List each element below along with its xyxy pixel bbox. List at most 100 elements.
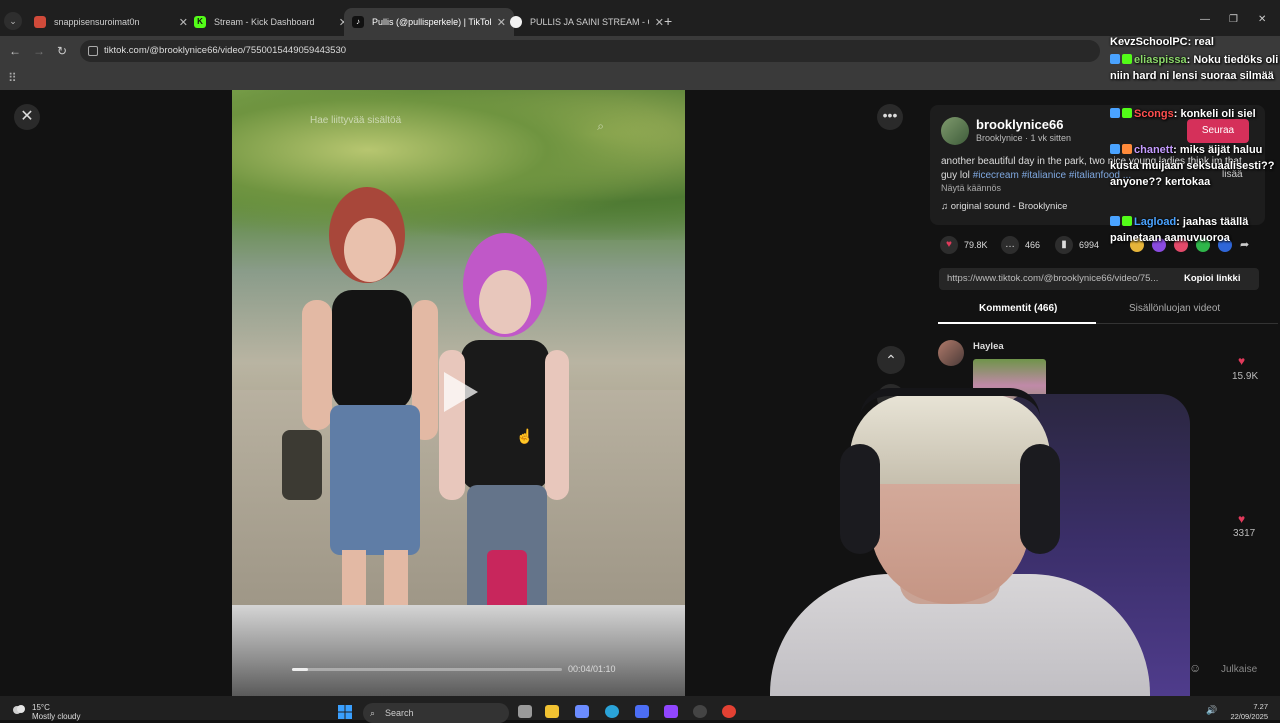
comment-author[interactable]: Haylea <box>973 341 1004 352</box>
chat-username: KevzSchoolPC <box>1110 36 1188 48</box>
tab-title: snappisensuroimat0n <box>54 17 140 27</box>
obs-icon[interactable] <box>693 705 707 718</box>
video-progress-fill <box>292 668 309 671</box>
copy-link-button[interactable]: Kopioi linkki <box>1184 268 1240 290</box>
active-tab-indicator <box>938 322 1096 324</box>
chat-username: chanett <box>1134 144 1174 156</box>
minimize-icon[interactable]: — <box>1200 14 1210 25</box>
task-view-icon[interactable] <box>518 705 532 718</box>
webcam-overlay <box>750 384 1190 696</box>
url-text: tiktok.com/@brooklynice66/video/75500154… <box>104 45 347 56</box>
save-count: 6994 <box>1079 240 1100 250</box>
bookmarks-bar <box>0 66 1280 90</box>
edge-icon[interactable] <box>605 705 619 718</box>
comment-heart-icon[interactable]: ♥ <box>1238 354 1245 368</box>
comment-heart-icon[interactable]: ♥ <box>1238 512 1245 526</box>
like-count: 79.8K <box>964 240 988 250</box>
author-subtitle: Brooklynice · 1 vk sitten <box>976 133 1072 143</box>
windows-start-icon[interactable] <box>338 705 352 719</box>
apps-grid-icon[interactable]: ⠿ <box>8 71 17 85</box>
video-search-overlay[interactable]: Hae liittyvää sisältöä ⌕ <box>302 108 612 134</box>
video-frame-cart <box>232 605 685 696</box>
stream-chat-overlay: KevzSchoolPC: real eliaspissa: Noku tied… <box>1104 34 1280 266</box>
bookmark-icon: ▮ <box>1055 236 1073 254</box>
video-search-placeholder: Hae liittyvää sisältöä <box>310 115 402 126</box>
reload-icon[interactable]: ↻ <box>57 44 67 58</box>
kick-icon: K <box>194 16 206 28</box>
site-info-icon[interactable] <box>88 46 98 56</box>
comment-bubble-icon: … <box>1001 236 1019 254</box>
tab-search-chevron-icon[interactable]: ⌄ <box>4 12 22 30</box>
more-options-button[interactable]: ••• <box>877 104 903 130</box>
comment-count: 466 <box>1025 240 1041 250</box>
author-username[interactable]: brooklynice66 <box>976 117 1063 132</box>
file-explorer-icon[interactable] <box>545 705 559 718</box>
heart-icon: ♥ <box>940 236 958 254</box>
close-tab-icon[interactable]: ✕ <box>655 16 664 29</box>
tab-comments[interactable]: Kommentit (466) <box>979 303 1057 314</box>
chat-text: real <box>1191 36 1214 48</box>
search-icon: ⌕ <box>597 119 604 133</box>
headphone-band <box>860 388 1040 418</box>
address-bar[interactable]: tiktok.com/@brooklynice66/video/75500154… <box>80 40 1100 62</box>
publish-comment-button[interactable]: Julkaise <box>1221 664 1257 675</box>
tab-creator-videos[interactable]: Sisällönluojan videot <box>1129 303 1220 314</box>
sub-badge-icon <box>1110 108 1120 118</box>
clock-date: 22/09/2025 <box>1230 712 1268 721</box>
search-icon: ⌕ <box>370 708 376 718</box>
gift-badge-icon <box>1122 108 1132 118</box>
close-video-button[interactable]: ✕ <box>14 104 40 130</box>
chat-username: Lagload <box>1134 216 1177 228</box>
video-player[interactable]: Hae liittyvää sisältöä ⌕ 00:04/01:10 <box>232 90 685 696</box>
comment-button[interactable]: … 466 <box>1001 236 1040 254</box>
chat-message: chanett: miks äijät haluu kusta muijaan … <box>1110 144 1275 188</box>
new-tab-button[interactable]: + <box>664 13 672 29</box>
browser-tab-active[interactable]: ♪ Pullis (@pullisperkele) | TikTok ✕ <box>344 8 514 36</box>
headphone-left <box>840 444 880 554</box>
taskbar-search-label: Search <box>385 708 414 718</box>
like-button[interactable]: ♥ 79.8K <box>940 236 988 254</box>
taskbar-search[interactable]: ⌕ Search <box>363 703 509 723</box>
show-translation-link[interactable]: Näytä käännös <box>941 183 1001 193</box>
sound-link[interactable]: ♫ original sound - Brooklynice <box>941 201 1067 212</box>
sound-label: original sound - Brooklynice <box>950 201 1068 212</box>
back-arrow-icon[interactable]: ← <box>9 44 21 58</box>
tiktok-icon: ♪ <box>352 16 364 28</box>
chat-message: Lagload: jaahas täällä painetaan aamuvuo… <box>1110 216 1249 244</box>
video-progress-bar[interactable] <box>292 668 562 671</box>
browser-tab[interactable]: PULLIS JA SAINI STREAM - Goo ✕ <box>502 8 672 36</box>
clock-time: 7.27 <box>1253 702 1268 711</box>
cloud-icon <box>13 705 25 714</box>
play-icon[interactable] <box>444 372 478 412</box>
chat-text: konkeli oli siel <box>1177 108 1256 120</box>
previous-video-chevron-up-icon[interactable]: ⌃ <box>877 346 905 374</box>
chat-username: Scongs <box>1134 108 1174 120</box>
chrome-icon[interactable] <box>722 705 736 718</box>
emoji-icon[interactable]: ☺ <box>1189 661 1201 675</box>
maximize-icon[interactable]: ❐ <box>1229 14 1238 25</box>
forward-arrow-icon[interactable]: → <box>33 44 45 58</box>
video-frame-person-right <box>439 233 569 615</box>
video-frame-person-left <box>282 187 438 610</box>
video-timecode: 00:04/01:10 <box>568 664 616 674</box>
store-icon[interactable] <box>635 705 649 718</box>
copilot-icon[interactable] <box>575 705 589 718</box>
chat-username: eliaspissa <box>1134 54 1187 66</box>
browser-tab[interactable]: snappisensuroimat0n ✕ <box>26 8 196 36</box>
google-icon <box>510 16 522 28</box>
chat-message: KevzSchoolPC: real <box>1110 36 1214 48</box>
comment-avatar[interactable] <box>938 340 964 366</box>
gift-badge-icon <box>1122 54 1132 64</box>
comment-like-count: 3317 <box>1233 528 1256 539</box>
close-window-icon[interactable]: ✕ <box>1258 14 1266 25</box>
twitch-icon[interactable] <box>664 705 678 718</box>
browser-tab[interactable]: K Stream - Kick Dashboard ✕ <box>186 8 356 36</box>
taskbar-clock[interactable]: 7.27 22/09/2025 <box>1228 702 1268 722</box>
tab-title: Stream - Kick Dashboard <box>214 17 315 27</box>
save-button[interactable]: ▮ 6994 <box>1055 236 1099 254</box>
volume-icon[interactable]: 🔊 <box>1206 705 1217 716</box>
mouse-cursor-icon: ☝ <box>516 428 534 444</box>
headphone-right <box>1020 444 1060 554</box>
author-avatar[interactable] <box>941 117 969 145</box>
gift-badge-icon <box>1122 216 1132 226</box>
